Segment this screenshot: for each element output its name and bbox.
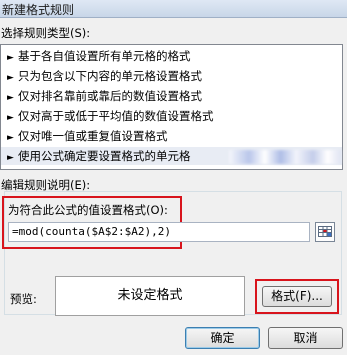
- formula-label: 为符合此公式的值设置格式(O):: [8, 203, 168, 217]
- rule-type-item[interactable]: ► 基于各自值设置所有单元格的格式: [1, 47, 342, 65]
- cancel-button[interactable]: 取消: [268, 327, 343, 349]
- format-button[interactable]: 格式(F)...: [262, 286, 332, 307]
- format-preview: 未设定格式: [55, 276, 245, 316]
- window-title: 新建格式规则: [2, 3, 75, 17]
- blurred-region: [229, 150, 341, 164]
- rule-type-item[interactable]: ► 只为包含以下内容的单元格设置格式: [1, 67, 342, 85]
- arrow-right-icon: ►: [7, 153, 14, 163]
- arrow-right-icon: ►: [7, 113, 14, 123]
- ok-button[interactable]: 确定: [185, 327, 260, 349]
- rule-type-item-label: 仅对排名靠前或靠后的数值设置格式: [18, 89, 202, 103]
- rule-type-item-label: 基于各自值设置所有单元格的格式: [18, 49, 191, 63]
- preview-label: 预览:: [10, 292, 37, 306]
- range-select-button[interactable]: [315, 222, 335, 242]
- arrow-right-icon: ►: [7, 73, 14, 83]
- rule-type-item[interactable]: ► 仅对排名靠前或靠后的数值设置格式: [1, 87, 342, 105]
- range-select-icon: [318, 226, 332, 237]
- rule-type-item-label: 仅对唯一值或重复值设置格式: [18, 129, 168, 143]
- rule-type-item[interactable]: ► 仅对唯一值或重复值设置格式: [1, 127, 342, 145]
- arrow-right-icon: ►: [7, 133, 14, 143]
- rule-type-item-selected[interactable]: ► 使用公式确定要设置格式的单元格: [1, 147, 342, 165]
- title-bar: 新建格式规则: [0, 0, 347, 18]
- formula-input[interactable]: =mod(counta($A$2:$A2),2): [8, 222, 310, 242]
- rule-type-item[interactable]: ► 仅对高于或低于平均值的数值设置格式: [1, 107, 342, 125]
- rule-type-label: 选择规则类型(S):: [1, 26, 91, 40]
- rule-type-item-label: 只为包含以下内容的单元格设置格式: [18, 69, 202, 83]
- rule-type-item-label: 仅对高于或低于平均值的数值设置格式: [18, 109, 214, 123]
- rule-type-item-label: 使用公式确定要设置格式的单元格: [18, 149, 191, 163]
- arrow-right-icon: ►: [7, 53, 14, 63]
- arrow-right-icon: ►: [7, 93, 14, 103]
- rule-type-list[interactable]: ► 基于各自值设置所有单元格的格式 ► 只为包含以下内容的单元格设置格式 ► 仅对排名…: [0, 44, 343, 170]
